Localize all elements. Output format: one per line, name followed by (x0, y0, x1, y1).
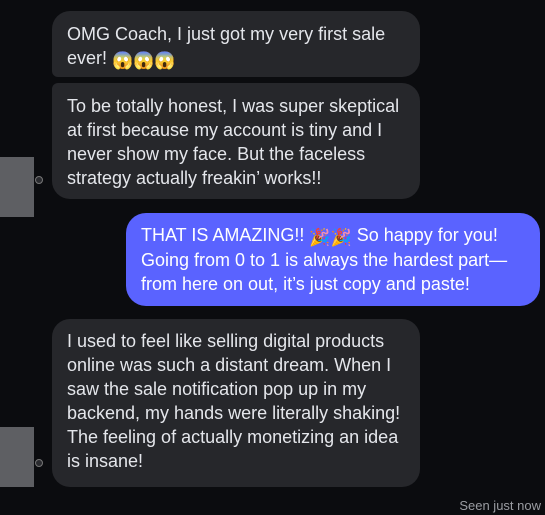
scream-emoji-icon: 😱😱😱 (112, 51, 176, 70)
avatar-status-icon (35, 176, 43, 184)
message-text: THAT IS AMAZING!! (141, 225, 305, 245)
avatar[interactable] (0, 427, 34, 487)
message-bubble-incoming[interactable]: To be totally honest, I was super skepti… (52, 83, 420, 199)
message-text: To be totally honest, I was super skepti… (67, 96, 400, 188)
message-text: I used to feel like selling digital prod… (67, 331, 401, 471)
avatar-status-icon (35, 459, 43, 467)
avatar[interactable] (0, 157, 34, 217)
party-popper-emoji-icon: 🎉🎉 (309, 228, 352, 247)
seen-status: Seen just now (459, 498, 541, 513)
message-bubble-outgoing[interactable]: THAT IS AMAZING!! 🎉🎉 So happy for you! G… (126, 213, 540, 306)
message-bubble-incoming[interactable]: OMG Coach, I just got my very first sale… (52, 11, 420, 77)
message-bubble-incoming[interactable]: I used to feel like selling digital prod… (52, 319, 420, 487)
chat-thread: OMG Coach, I just got my very first sale… (0, 0, 545, 515)
